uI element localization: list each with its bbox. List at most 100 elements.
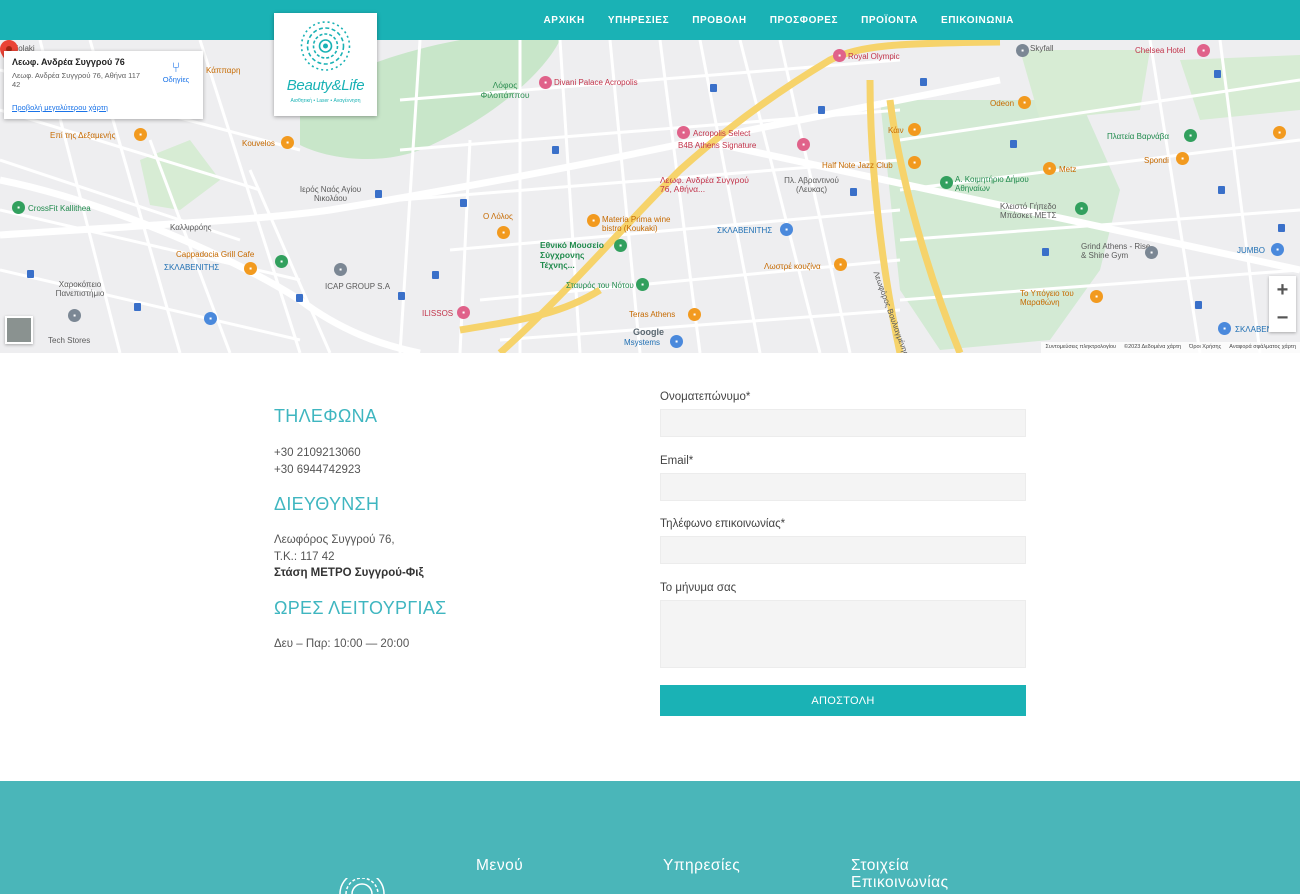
shopping-cart-icon[interactable]: ▪: [1218, 322, 1231, 335]
nav-services[interactable]: ΥΠΗΡΕΣΙΕΣ: [608, 15, 669, 26]
bus-stop-icon[interactable]: [1218, 186, 1225, 194]
metro-stop: Στάση ΜΕΤΡΟ Συγγρού-Φιξ: [274, 567, 424, 579]
bus-stop-icon[interactable]: [134, 303, 141, 311]
restaurant-icon[interactable]: ▪: [281, 136, 294, 149]
restaurant-icon[interactable]: ▪: [1273, 126, 1286, 139]
bus-stop-icon[interactable]: [1010, 140, 1017, 148]
shopping-icon[interactable]: ▪: [670, 335, 683, 348]
directions-button[interactable]: ⑂ Οδηγίες: [161, 59, 191, 84]
place-icon[interactable]: ▪: [334, 263, 347, 276]
bus-stop-icon[interactable]: [1042, 248, 1049, 256]
bus-stop-icon[interactable]: [296, 294, 303, 302]
report-error-link[interactable]: Αναφορά σφάλματος χάρτη: [1229, 344, 1296, 351]
phone-1[interactable]: +30 2109213060: [274, 445, 361, 462]
map-label: Materia Prima wine bistro (Koukaki): [602, 215, 671, 233]
bus-stop-icon[interactable]: [398, 292, 405, 300]
shopping-icon[interactable]: ▪: [68, 309, 81, 322]
bar-icon[interactable]: ▪: [908, 156, 921, 169]
footer-contact-heading-line1: Στοιχεία: [851, 857, 910, 874]
bar-icon[interactable]: ▪: [908, 123, 921, 136]
restaurant-icon[interactable]: ▪: [587, 214, 600, 227]
restaurant-icon[interactable]: ▪: [688, 308, 701, 321]
map-label: Odeon: [990, 99, 1015, 108]
hotel-icon[interactable]: ▪: [833, 49, 846, 62]
hotel-icon[interactable]: ▪: [677, 126, 690, 139]
larger-map-link[interactable]: Προβολή μεγαλύτερου χάρτη: [12, 103, 108, 112]
shopping-icon[interactable]: ▪: [457, 306, 470, 319]
directions-icon: ⑂: [171, 59, 181, 75]
name-label: Ονοματεπώνυμο*: [660, 391, 751, 403]
address-block: Λεωφόρος Συγγρού 76, Τ.Κ.: 117 42 Στάση …: [274, 532, 424, 582]
zoom-out-button[interactable]: −: [1269, 304, 1296, 332]
google-logo: Google: [633, 327, 664, 337]
map-label: Acropolis Select: [693, 129, 751, 138]
shopping-cart-icon[interactable]: ▪: [1271, 243, 1284, 256]
bus-stop-icon[interactable]: [432, 271, 439, 279]
bus-stop-icon[interactable]: [1195, 301, 1202, 309]
bus-stop-icon[interactable]: [27, 270, 34, 278]
shopping-cart-icon[interactable]: ▪: [204, 312, 217, 325]
nav-gallery[interactable]: ΠΡΟΒΟΛΗ: [692, 15, 747, 26]
nav-offers[interactable]: ΠΡΟΣΦΟΡΕΣ: [770, 15, 838, 26]
bus-stop-icon[interactable]: [375, 190, 382, 198]
map-label: Κλειστό Γήπεδο Μπάσκετ ΜΕΤΣ: [1000, 202, 1057, 220]
park-icon[interactable]: ▪: [1184, 129, 1197, 142]
cemetery-icon[interactable]: ▪: [940, 176, 953, 189]
bus-stop-icon[interactable]: [818, 106, 825, 114]
bar-icon[interactable]: ▪: [1018, 96, 1031, 109]
top-navbar: ΑΡΧΙΚΗ ΥΠΗΡΕΣΙΕΣ ΠΡΟΒΟΛΗ ΠΡΟΣΦΟΡΕΣ ΠΡΟΪΟ…: [0, 0, 1300, 40]
bus-stop-icon[interactable]: [552, 146, 559, 154]
hotel-icon[interactable]: ▪: [797, 138, 810, 151]
footer-contact-heading: Στοιχεία Επικοινωνίας: [851, 857, 949, 891]
restaurant-icon[interactable]: ▪: [1176, 152, 1189, 165]
map-label: Msystems: [624, 338, 660, 347]
restaurant-icon[interactable]: ▪: [497, 226, 510, 239]
bus-stop-icon[interactable]: [460, 199, 467, 207]
map-label: Grind Athens - Rise & Shine Gym: [1081, 242, 1151, 260]
bus-stop-icon[interactable]: [850, 188, 857, 196]
nav-home[interactable]: ΑΡΧΙΚΗ: [543, 15, 584, 26]
map-label: Χαροκόπειο Πανεπιστήμιο: [55, 280, 105, 298]
satellite-toggle[interactable]: [5, 316, 33, 344]
bus-stop-icon[interactable]: [920, 78, 927, 86]
place-icon[interactable]: ▪: [1145, 246, 1158, 259]
keyboard-shortcuts-link[interactable]: Συντομεύσεις πληκτρολογίου: [1045, 344, 1116, 351]
message-textarea[interactable]: [660, 600, 1026, 668]
map-label: JUMBO: [1237, 246, 1265, 255]
bus-stop-icon[interactable]: [1278, 224, 1285, 232]
name-input[interactable]: [660, 409, 1026, 437]
terms-link[interactable]: Όροι Χρήσης: [1189, 344, 1221, 351]
shopping-cart-icon[interactable]: ▪: [780, 223, 793, 236]
map-label: Ιερός Ναός Αγίου Νικολάου: [299, 185, 362, 203]
hotel-icon[interactable]: ▪: [539, 76, 552, 89]
map-label: Tech Stores: [48, 336, 91, 345]
restaurant-icon[interactable]: ▪: [134, 128, 147, 141]
nav-contact[interactable]: ΕΠΙΚΟΙΝΩΝΙΑ: [941, 15, 1014, 26]
submit-button[interactable]: ΑΠΟΣΤΟΛΗ: [660, 685, 1026, 716]
place-icon[interactable]: ▪: [275, 255, 288, 268]
google-map[interactable]: Periolaki Divani Palace Acropolis Λόφος …: [0, 40, 1300, 353]
map-label: Καλλιρρόης: [170, 223, 212, 232]
gym-icon[interactable]: ▪: [12, 201, 25, 214]
bar-icon[interactable]: ▪: [1043, 162, 1056, 175]
museum-icon[interactable]: ▪: [614, 239, 627, 252]
nav-products[interactable]: ΠΡΟΪΟΝΤΑ: [861, 15, 918, 26]
hotel-icon[interactable]: ▪: [1197, 44, 1210, 57]
place-icon[interactable]: ▪: [1016, 44, 1029, 57]
footer-logo-icon: [339, 878, 385, 894]
place-icon[interactable]: ▪: [636, 278, 649, 291]
phone-input[interactable]: [660, 536, 1026, 564]
zoom-in-button[interactable]: +: [1269, 276, 1296, 304]
stadium-icon[interactable]: ▪: [1075, 202, 1088, 215]
address-heading: ΔΙΕΥΘΥΝΣΗ: [274, 494, 380, 514]
site-logo[interactable]: Beauty&Life Αισθητική • Laser • Αναγέννη…: [274, 13, 377, 116]
phone-2[interactable]: +30 6944742923: [274, 462, 361, 479]
restaurant-icon[interactable]: ▪: [1090, 290, 1103, 303]
bus-stop-icon[interactable]: [710, 84, 717, 92]
email-input[interactable]: [660, 473, 1026, 501]
restaurant-icon[interactable]: ▪: [244, 262, 257, 275]
restaurant-icon[interactable]: ▪: [834, 258, 847, 271]
bus-stop-icon[interactable]: [1214, 70, 1221, 78]
map-label: Cappadocia Grill Cafe: [176, 250, 255, 259]
logo-mandala-icon: [300, 21, 351, 71]
